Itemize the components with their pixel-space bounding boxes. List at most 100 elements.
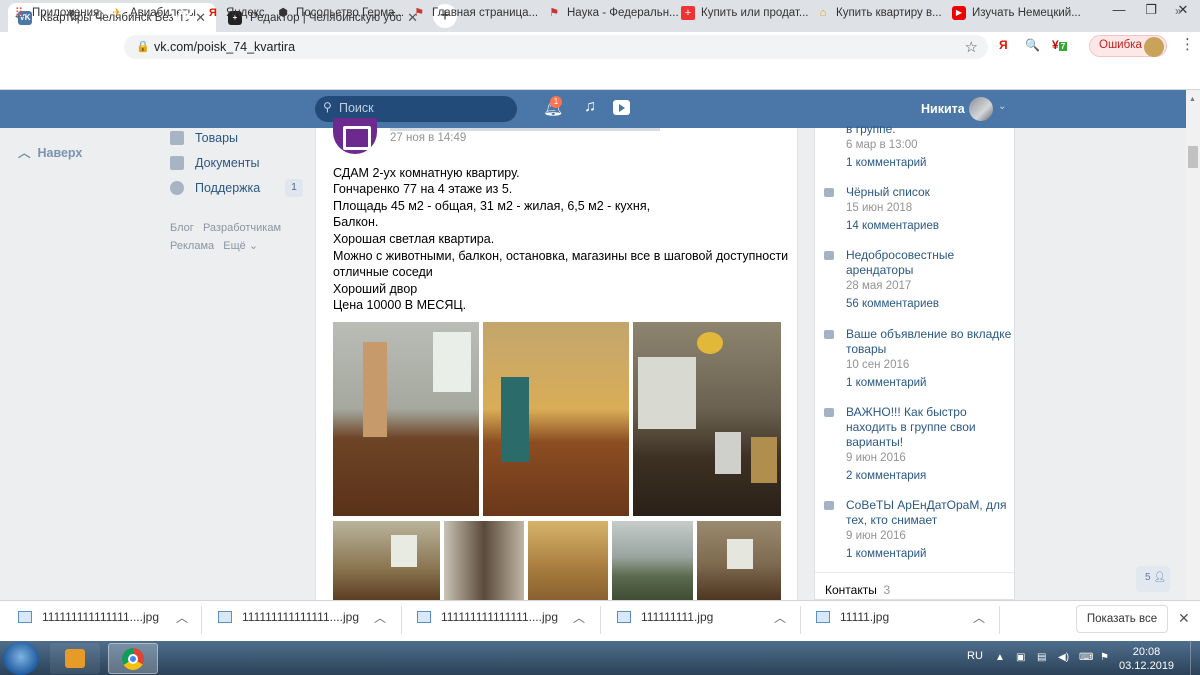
discussion-title[interactable]: Недобросовестные: [846, 248, 954, 263]
discussion-comments[interactable]: 56 комментариев: [846, 298, 939, 310]
bag-icon: [170, 131, 184, 145]
discussion-comments[interactable]: 2 комментария: [846, 470, 926, 482]
show-all-downloads-button[interactable]: Показать все: [1076, 605, 1168, 633]
discussion-title[interactable]: Чёрный список: [846, 185, 930, 200]
minimize-button[interactable]: —: [1104, 0, 1134, 20]
photo-room-2[interactable]: [483, 322, 629, 516]
discussion-title-cont[interactable]: варианты!: [846, 435, 903, 450]
bookmark-posolstvo[interactable]: ⬢ Посольство Герма...: [276, 6, 404, 20]
download-item[interactable]: 111111111.jpg ︿: [617, 610, 786, 625]
discussion-title-cont[interactable]: тех, кто снимает: [846, 513, 937, 528]
photo-thumb-4[interactable]: [612, 521, 693, 600]
discussion-title[interactable]: ВАЖНО!!! Как быстро: [846, 405, 967, 420]
photo-thumb-2[interactable]: [444, 521, 524, 600]
tray-printer-icon[interactable]: ▣: [1016, 652, 1025, 663]
photo-thumb-3[interactable]: [528, 521, 608, 600]
lock-icon: 🔒: [136, 41, 150, 53]
close-icon[interactable]: ✕: [1178, 610, 1190, 627]
photo-kitchen[interactable]: [633, 322, 781, 516]
media-player-icon[interactable]: [50, 643, 100, 674]
link-ads[interactable]: Реклама: [170, 240, 214, 252]
tray-arrow-icon[interactable]: ▲: [995, 652, 1005, 663]
photo-room-1[interactable]: [333, 322, 479, 516]
video-icon[interactable]: [613, 100, 630, 115]
maximize-button[interactable]: ❐: [1136, 0, 1166, 20]
chevron-up-icon[interactable]: ︿: [573, 609, 585, 626]
download-item[interactable]: 111111111111111....jpg ︿: [18, 610, 188, 625]
search-ext-icon[interactable]: 🔍: [1025, 38, 1040, 52]
photo-thumb-5[interactable]: [697, 521, 781, 600]
search-icon: ⚲: [323, 100, 332, 114]
post-date[interactable]: 27 ноя в 14:49: [390, 132, 466, 144]
menu-item-goods[interactable]: Товары: [170, 131, 238, 145]
discussion-comments[interactable]: 1 комментарий: [846, 377, 926, 389]
contacts-header[interactable]: Контакты 3: [825, 583, 890, 597]
chevron-up-icon[interactable]: ︿: [774, 609, 786, 626]
music-icon[interactable]: ♫: [584, 98, 596, 116]
online-friends-button[interactable]: 5 👤︎: [1136, 566, 1170, 592]
photo-thumb-1[interactable]: [333, 521, 440, 600]
scrollbar[interactable]: ▲: [1186, 90, 1200, 600]
post-text-line: Балкон.: [333, 215, 379, 229]
topic-icon: [824, 408, 834, 417]
link-developers[interactable]: Разработчикам: [203, 222, 281, 234]
post-text-line: Площадь 45 м2 - общая, 31 м2 - жилая, 6,…: [333, 199, 651, 213]
scroll-up-icon[interactable]: ▲: [1189, 96, 1196, 103]
bookmark-star-icon[interactable]: ☆: [965, 38, 978, 56]
scrollbar-thumb[interactable]: [1188, 146, 1198, 168]
discussion-comments[interactable]: 1 комментарий: [846, 157, 926, 169]
chevron-up-icon[interactable]: ︿: [973, 609, 985, 626]
chevron-up-icon[interactable]: ︿: [374, 609, 386, 626]
language-indicator[interactable]: RU: [967, 650, 983, 662]
discussion-title-cont[interactable]: арендаторы: [846, 263, 913, 278]
bookmark-kupit-prodat[interactable]: + Купить или продат...: [681, 6, 809, 20]
post-text-line: Хороший двор: [333, 282, 418, 296]
more-bookmarks-icon[interactable]: »: [1175, 6, 1181, 18]
link-more[interactable]: Ещё ⌄: [223, 240, 258, 252]
discussion-title[interactable]: в группе.: [846, 122, 896, 137]
chevron-down-icon[interactable]: ⌄: [998, 101, 1006, 112]
discussion-title[interactable]: Ваше объявление во вкладке: [846, 327, 1011, 342]
download-item[interactable]: 111111111111111....jpg ︿: [417, 610, 585, 625]
vk-logo[interactable]: VK: [170, 8, 195, 30]
discussion-comments[interactable]: 1 комментарий: [846, 548, 926, 560]
bookmark-apps[interactable]: ⠿ Приложения: [12, 6, 99, 20]
link-blog[interactable]: Блог: [170, 222, 194, 234]
discussion-title-cont[interactable]: находить в группе свои: [846, 420, 976, 435]
menu-dots-icon[interactable]: ⋮: [1180, 35, 1195, 53]
start-button[interactable]: [3, 642, 39, 675]
tray-flag-icon[interactable]: ⚑: [1100, 652, 1109, 663]
bookmark-nauka[interactable]: ⚑ Наука - Федеральн...: [547, 6, 679, 20]
bookmark-kupit-kvartiru[interactable]: ⌂ Купить квартиру в...: [816, 6, 942, 20]
group-avatar[interactable]: [333, 118, 377, 154]
window-close-button[interactable]: ✕: [1168, 0, 1198, 20]
market-ext-icon[interactable]: ¥7: [1052, 38, 1068, 52]
yandex-ext-icon[interactable]: Я: [999, 38, 1008, 52]
address-bar[interactable]: 🔒 vk.com/poisk_74_kvartira ☆: [124, 35, 988, 59]
chrome-icon[interactable]: [108, 643, 158, 674]
bookmark-glavnaya[interactable]: ⚑ Главная страница...: [412, 6, 538, 20]
download-item[interactable]: 11111.jpg ︿: [816, 610, 985, 625]
lifebuoy-icon: [170, 181, 184, 195]
download-item[interactable]: 111111111111111....jpg ︿: [218, 610, 386, 625]
bookmark-nemetsky[interactable]: ▶ Изучать Немецкий...: [952, 6, 1081, 20]
user-name[interactable]: Никита: [921, 102, 965, 116]
discussion-title[interactable]: СоВеТЫ АрЕнДатОраМ, для: [846, 498, 1007, 513]
chevron-up-icon[interactable]: ︿: [176, 609, 188, 626]
menu-item-support[interactable]: Поддержка 1: [170, 179, 303, 197]
profile-avatar[interactable]: [1144, 37, 1164, 57]
avatar[interactable]: [969, 97, 993, 121]
show-desktop-button[interactable]: [1190, 641, 1200, 675]
close-icon[interactable]: ✕: [195, 10, 206, 26]
bookmark-yandex[interactable]: Я Яндекс: [206, 6, 265, 20]
post-text-line: Можно с животными, балкон, остановка, ма…: [333, 249, 789, 263]
menu-item-documents[interactable]: Документы: [170, 156, 259, 170]
volume-icon[interactable]: ◀): [1058, 652, 1069, 663]
footer-links: Блог Разработчикам: [170, 222, 281, 234]
tray-keyboard-icon[interactable]: ⌨: [1079, 652, 1093, 663]
clock[interactable]: 20:08 03.12.2019: [1119, 645, 1174, 673]
discussion-title-cont[interactable]: товары: [846, 342, 886, 357]
back-to-top-link[interactable]: ︿ Наверх: [18, 142, 82, 161]
discussion-comments[interactable]: 14 комментариев: [846, 220, 939, 232]
tray-network-icon[interactable]: ▤: [1037, 652, 1046, 663]
